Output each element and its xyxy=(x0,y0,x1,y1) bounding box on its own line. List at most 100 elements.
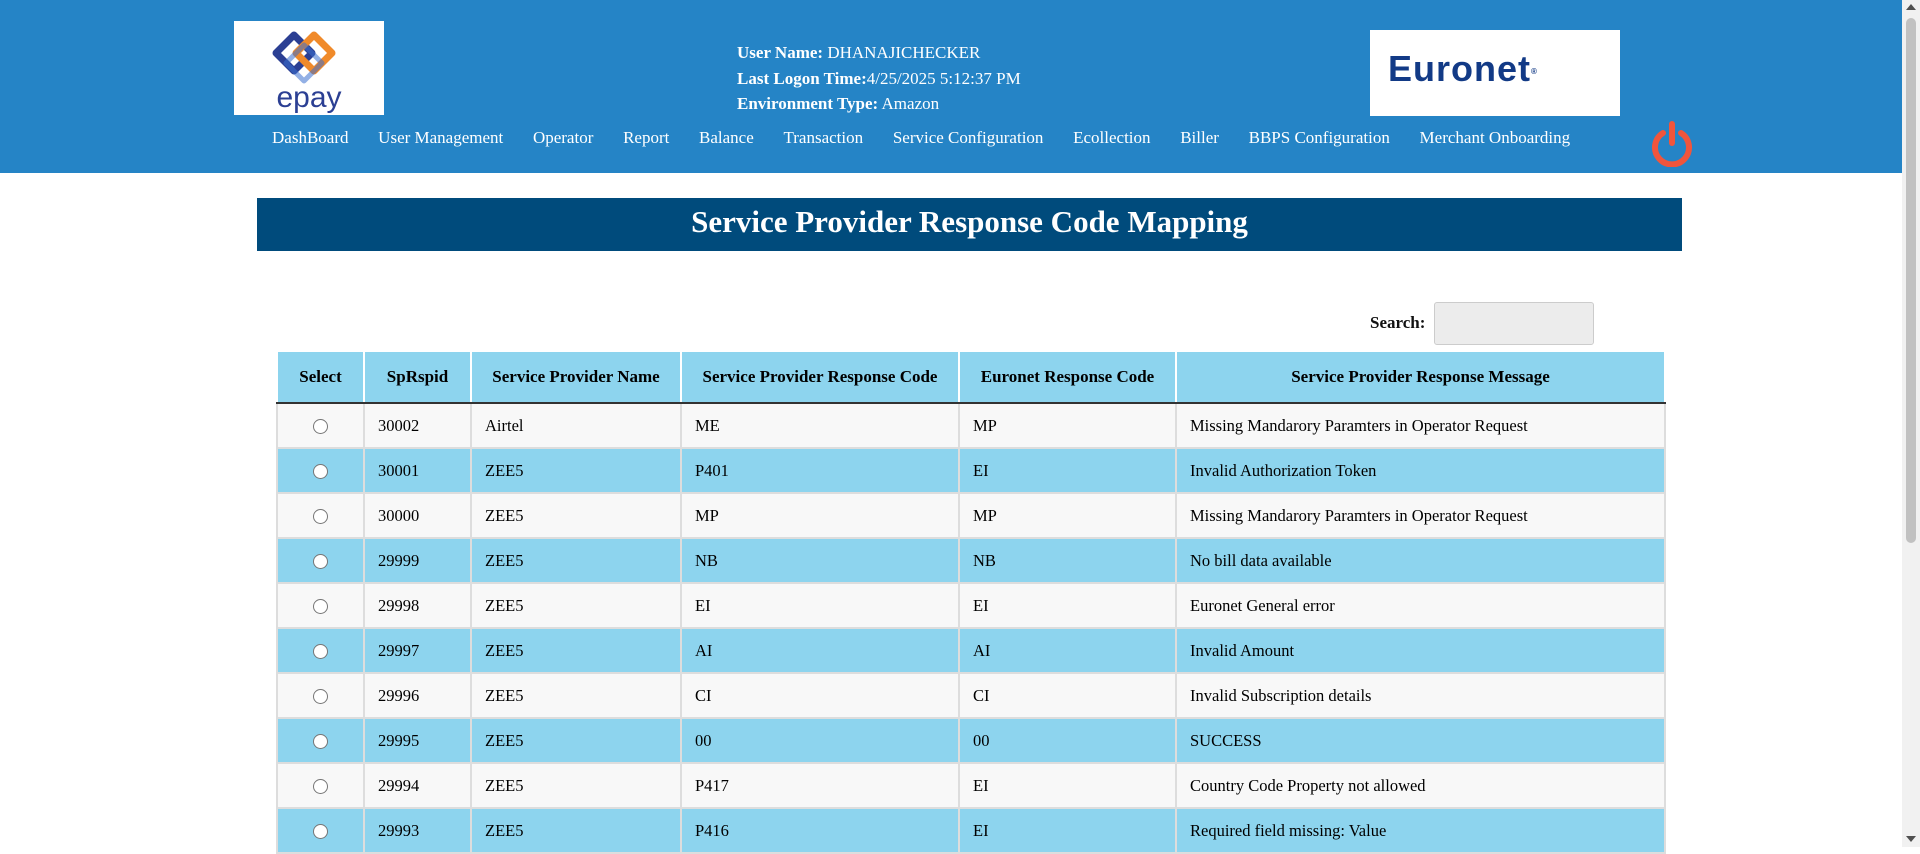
vertical-scrollbar[interactable] xyxy=(1902,0,1920,847)
nav-item-merchant-onboarding[interactable]: Merchant Onboarding xyxy=(1420,128,1571,148)
main-nav: DashBoard User Management Operator Report Ba… xyxy=(272,128,1600,148)
column-header[interactable]: Service Provider Response Code xyxy=(680,350,960,404)
scrollbar-thumb[interactable] xyxy=(1906,18,1916,543)
last-logon-value: 4/25/2025 5:12:37 PM xyxy=(866,68,1021,88)
table-row[interactable]: 29996 ZEE5 CI CI Invalid Subscription detail… xyxy=(276,672,1666,719)
row-select-radio[interactable] xyxy=(313,554,328,570)
row-select-radio[interactable] xyxy=(313,779,328,795)
table-cell: Invalid Authorization Token xyxy=(1175,447,1666,494)
table-cell: EI xyxy=(680,582,960,629)
nav-item-operator[interactable]: Operator xyxy=(533,128,593,148)
table-cell: ME xyxy=(680,402,960,449)
table-cell: 29997 xyxy=(363,627,472,674)
table-cell: MP xyxy=(680,492,960,539)
column-header[interactable]: Euronet Response Code xyxy=(958,350,1177,404)
table-row[interactable]: 30001 ZEE5 P401 EI Invalid Authorization Tok… xyxy=(276,447,1666,494)
nav-item-service-configuration[interactable]: Service Configuration xyxy=(893,128,1044,148)
table-cell: ZEE5 xyxy=(470,807,682,854)
table-cell: Airtel xyxy=(470,402,682,449)
table-row[interactable]: 30000 ZEE5 MP MP Missing Mandarory Paramters… xyxy=(276,492,1666,539)
nav-item-transaction[interactable]: Transaction xyxy=(783,128,863,148)
nav-item-biller[interactable]: Biller xyxy=(1180,128,1219,148)
table-cell: 29998 xyxy=(363,582,472,629)
table-cell: ZEE5 xyxy=(470,492,682,539)
table-cell: P416 xyxy=(680,807,960,854)
select-cell xyxy=(276,627,365,674)
table-cell: MP xyxy=(958,492,1177,539)
euronet-logo-reg: ® xyxy=(1531,66,1538,76)
table-cell: 30000 xyxy=(363,492,472,539)
select-cell xyxy=(276,582,365,629)
table-row[interactable]: 29994 ZEE5 P417 EI Country Code Property not… xyxy=(276,762,1666,809)
user-info: User Name: DHANAJICHECKER Last Logon Tim… xyxy=(737,40,1021,117)
response-code-table: Select SpRspid Service Provider Name Servic… xyxy=(276,350,1666,854)
select-cell xyxy=(276,762,365,809)
table-row[interactable]: 29999 ZEE5 NB NB No bill data available xyxy=(276,537,1666,584)
nav-item-ecollection[interactable]: Ecollection xyxy=(1073,128,1150,148)
environment-value: Amazon xyxy=(878,94,940,113)
table-cell: 00 xyxy=(680,717,960,764)
row-select-radio[interactable] xyxy=(313,509,328,525)
nav-item-balance[interactable]: Balance xyxy=(699,128,754,148)
table-row[interactable]: 29997 ZEE5 AI AI Invalid Amount xyxy=(276,627,1666,674)
table-cell: No bill data available xyxy=(1175,537,1666,584)
row-select-radio[interactable] xyxy=(313,644,328,660)
table-row[interactable]: 29998 ZEE5 EI EI Euronet General error xyxy=(276,582,1666,629)
table-cell: EI xyxy=(958,807,1177,854)
user-name-line: User Name: DHANAJICHECKER xyxy=(737,43,981,62)
row-select-radio[interactable] xyxy=(313,824,328,840)
table-cell: ZEE5 xyxy=(470,672,682,719)
table-cell: P417 xyxy=(680,762,960,809)
epay-logo: epay xyxy=(234,21,384,115)
select-cell xyxy=(276,447,365,494)
select-cell xyxy=(276,402,365,449)
environment-line: Environment Type: Amazon xyxy=(737,94,940,113)
column-header[interactable]: Service Provider Name xyxy=(470,350,682,404)
select-cell xyxy=(276,492,365,539)
table-cell: Missing Mandarory Paramters in Operator … xyxy=(1175,402,1666,449)
table-cell: ZEE5 xyxy=(470,447,682,494)
scroll-down-arrow-icon[interactable] xyxy=(1906,836,1916,842)
table-cell: 30001 xyxy=(363,447,472,494)
column-header[interactable]: SpRspid xyxy=(363,350,472,404)
table-cell: ZEE5 xyxy=(470,762,682,809)
table-cell: EI xyxy=(958,447,1177,494)
table-cell: MP xyxy=(958,402,1177,449)
power-icon[interactable] xyxy=(1650,121,1694,168)
row-select-radio[interactable] xyxy=(313,734,328,750)
select-cell xyxy=(276,537,365,584)
table-cell: Missing Mandarory Paramters in Operator … xyxy=(1175,492,1666,539)
table-cell: 29993 xyxy=(363,807,472,854)
column-header[interactable]: Service Provider Response Message xyxy=(1175,350,1666,404)
table-cell: Euronet General error xyxy=(1175,582,1666,629)
table-cell: Country Code Property not allowed xyxy=(1175,762,1666,809)
select-cell xyxy=(276,672,365,719)
euronet-logo-text: Euronet xyxy=(1388,48,1532,89)
row-select-radio[interactable] xyxy=(313,419,328,435)
table-cell: EI xyxy=(958,582,1177,629)
row-select-radio[interactable] xyxy=(313,464,328,480)
last-logon-line: Last Logon Time:4/25/2025 5:12:37 PM xyxy=(737,68,1021,88)
row-select-radio[interactable] xyxy=(313,689,328,705)
row-select-radio[interactable] xyxy=(313,599,328,615)
scroll-up-arrow-icon[interactable] xyxy=(1906,4,1916,10)
nav-item-report[interactable]: Report xyxy=(623,128,669,148)
table-cell: ZEE5 xyxy=(470,582,682,629)
table-row[interactable]: 29993 ZEE5 P416 EI Required field missing: V… xyxy=(276,807,1666,854)
table-cell: Invalid Amount xyxy=(1175,627,1666,674)
top-header: epay User Name: DHANAJICHECKER Last Logo… xyxy=(0,0,1902,173)
search-input[interactable] xyxy=(1434,302,1594,345)
epay-logo-mark: epay xyxy=(272,31,342,114)
column-header[interactable]: Select xyxy=(276,350,365,404)
table-row[interactable]: 29995 ZEE5 00 00 SUCCESS xyxy=(276,717,1666,764)
table-cell: AI xyxy=(680,627,960,674)
nav-item-dashboard[interactable]: DashBoard xyxy=(272,128,348,148)
page-title-bar: Service Provider Response Code Mapping xyxy=(257,198,1682,251)
table-cell: 29995 xyxy=(363,717,472,764)
nav-item-bbps-configuration[interactable]: BBPS Configuration xyxy=(1249,128,1390,148)
epay-logo-text: epay xyxy=(276,81,341,114)
table-row[interactable]: 30002 Airtel ME MP Missing Mandarory Paramte… xyxy=(276,402,1666,449)
nav-item-user-management[interactable]: User Management xyxy=(378,128,503,148)
table-cell: SUCCESS xyxy=(1175,717,1666,764)
table-body: 30002 Airtel ME MP Missing Mandarory Paramte… xyxy=(276,402,1666,854)
